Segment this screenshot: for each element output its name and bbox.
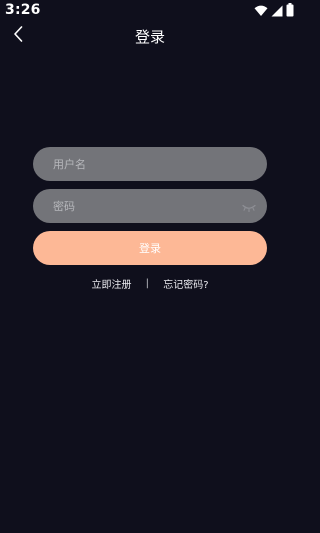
eye-closed-icon — [242, 197, 256, 216]
status-bar: 3:26 — [0, 0, 300, 24]
links-divider: | — [145, 278, 150, 289]
wifi-icon — [254, 2, 268, 21]
battery-icon — [286, 2, 294, 21]
app-bar: 登录 — [0, 22, 300, 50]
status-time: 3:26 — [5, 2, 41, 18]
password-visibility-toggle[interactable] — [241, 200, 257, 212]
username-input[interactable] — [53, 147, 247, 181]
login-button[interactable]: 登录 — [33, 231, 267, 265]
password-input[interactable] — [53, 189, 231, 223]
password-field[interactable] — [33, 189, 267, 223]
forgot-password-link[interactable]: 忘记密码? — [163, 276, 208, 291]
login-button-label: 登录 — [139, 242, 161, 255]
register-link[interactable]: 立即注册 — [91, 276, 131, 291]
auth-links: 立即注册 | 忘记密码? — [0, 276, 300, 291]
cell-signal-icon — [271, 2, 283, 21]
status-icons — [254, 2, 294, 21]
username-field[interactable] — [33, 147, 267, 181]
page-title: 登录 — [134, 28, 165, 46]
